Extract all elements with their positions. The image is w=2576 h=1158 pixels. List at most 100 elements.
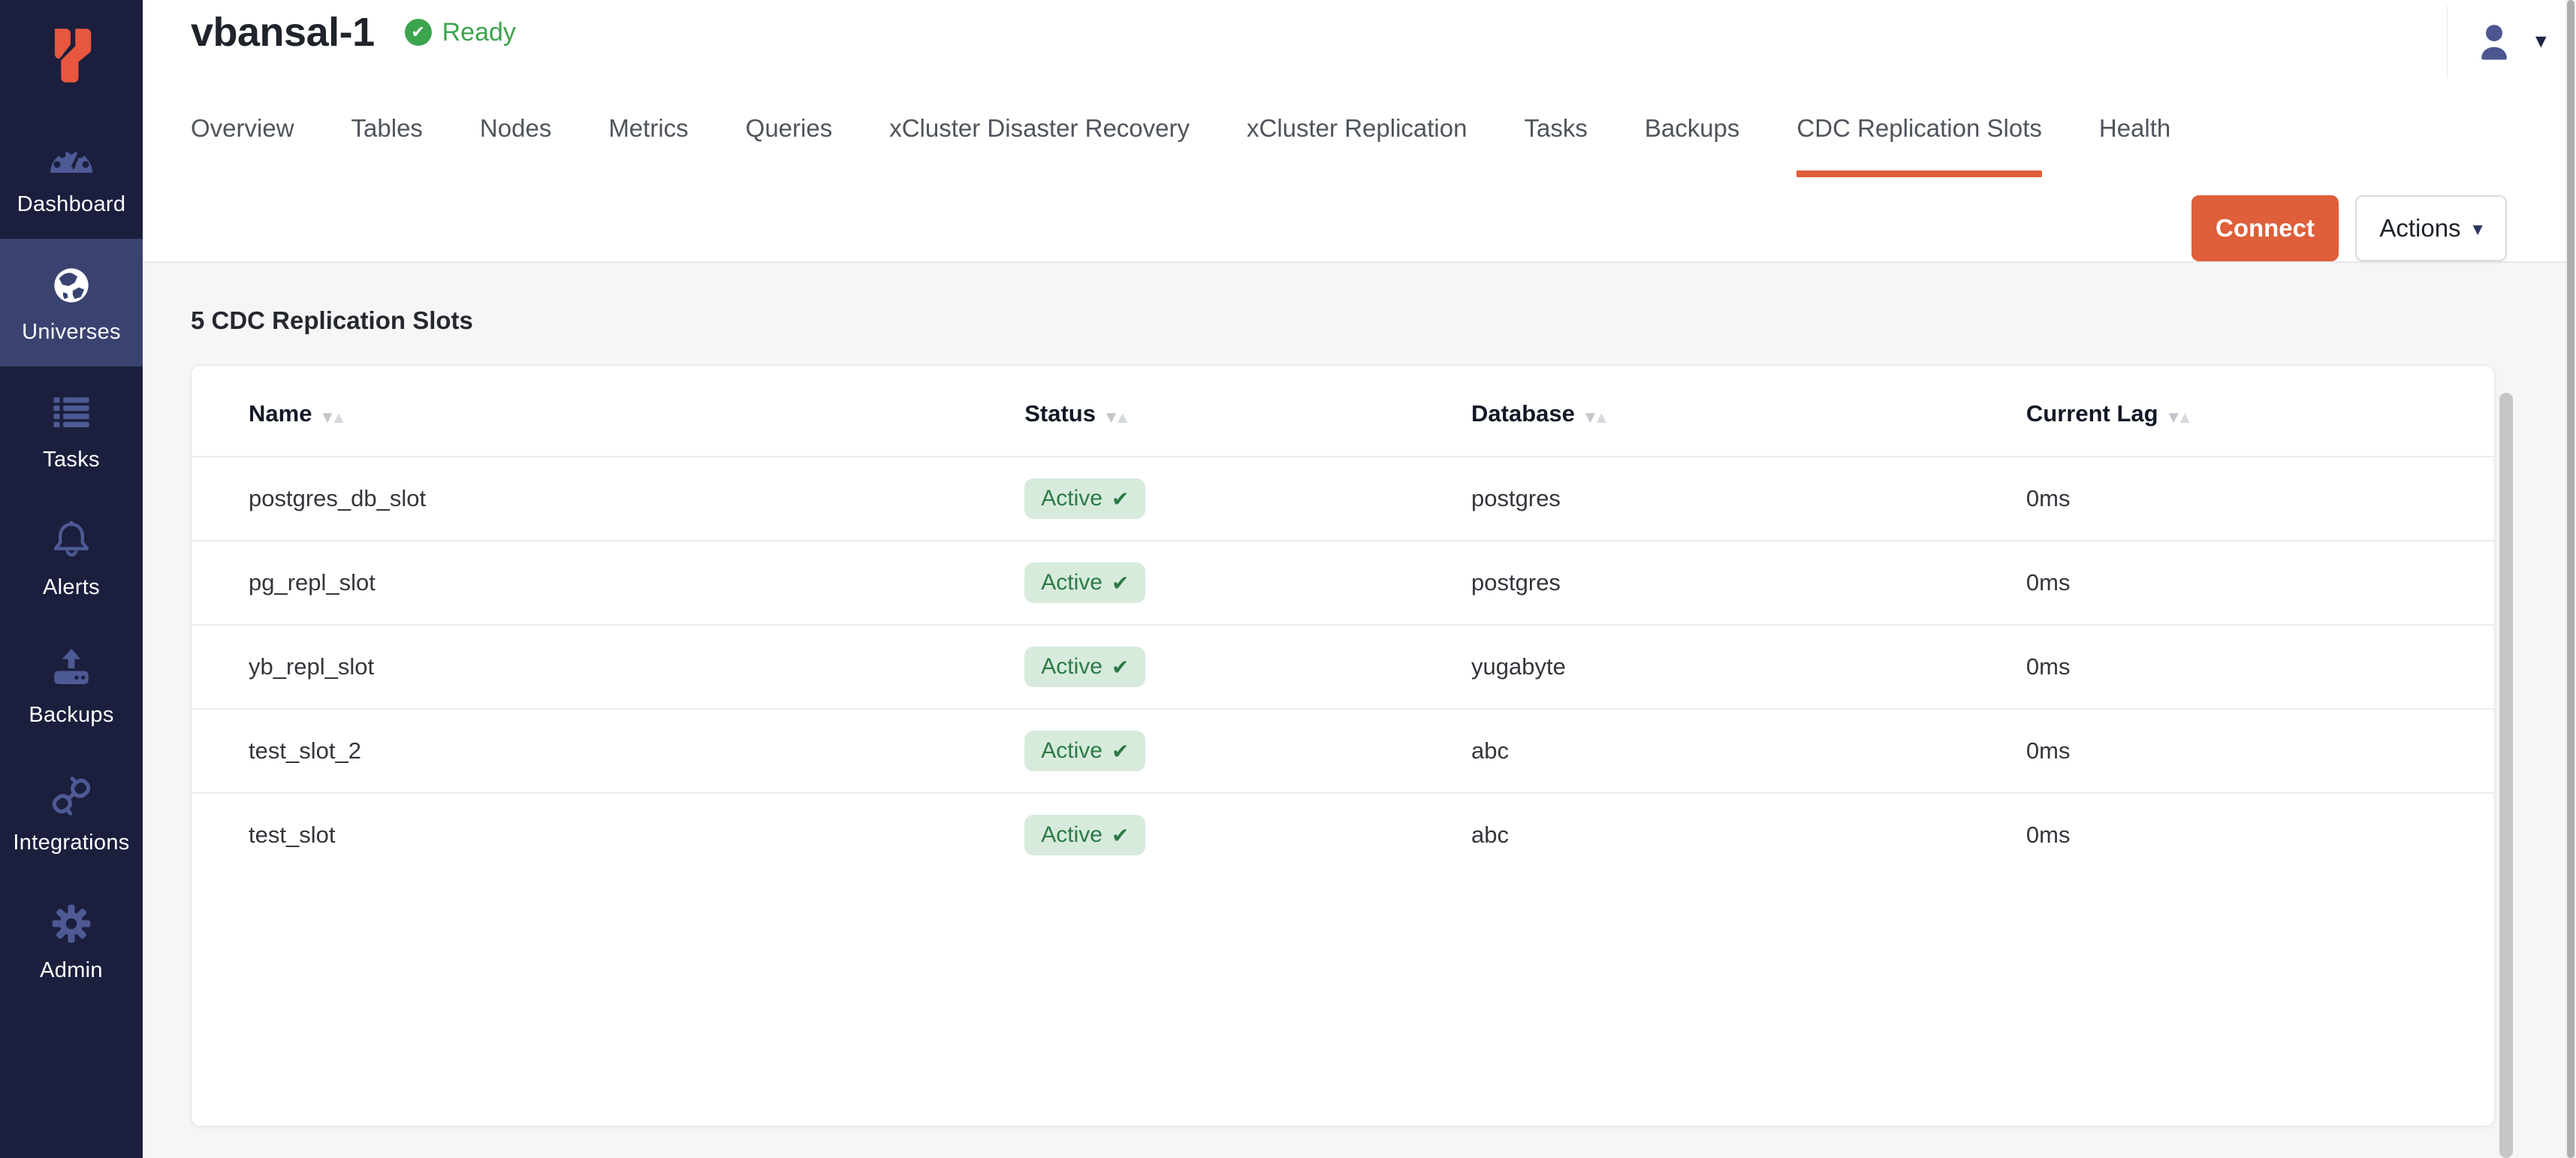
table-row[interactable]: postgres_db_slot Active ✔ postgres0ms <box>192 457 2494 541</box>
title-row: vbansal-1 ✔ Ready <box>191 9 516 56</box>
tab-tables[interactable]: Tables <box>351 114 423 177</box>
cell-status: Active ✔ <box>967 793 1414 876</box>
sort-icons[interactable]: ▼▲ <box>1106 410 1129 425</box>
sidebar-nav: Dashboard Universes Tasks Alerts Backups Inte… <box>0 111 143 1005</box>
header-divider <box>2447 6 2448 78</box>
column-header-name[interactable]: Name ▼▲ <box>192 366 967 457</box>
check-icon: ✔ <box>1112 823 1129 848</box>
tab-overview[interactable]: Overview <box>191 114 294 177</box>
list-icon <box>47 389 95 437</box>
cell-slot-name: test_slot <box>192 793 967 876</box>
check-icon: ✔ <box>1112 571 1129 596</box>
sort-desc-icon: ▼ <box>322 410 333 425</box>
cell-database: abc <box>1414 793 1969 876</box>
status-badge-label: Active <box>1041 822 1102 848</box>
status-badge: Active ✔ <box>1024 478 1145 519</box>
sidebar-item-integrations[interactable]: Integrations <box>0 749 143 877</box>
status-badge-label: Active <box>1041 486 1102 511</box>
user-avatar-icon <box>2474 21 2514 62</box>
page-scrollbar[interactable] <box>2565 0 2576 1158</box>
status-badge-label: Active <box>1041 654 1102 680</box>
replication-slots-card: Name▼▲Status▼▲Database▼▲Current Lag▼▲ po… <box>191 365 2495 1126</box>
yugabyte-y-icon <box>46 24 97 87</box>
actions-button-label: Actions <box>2379 214 2460 243</box>
sidebar-item-label: Alerts <box>43 575 100 600</box>
check-circle-icon: ✔ <box>405 19 432 46</box>
chevron-down-icon: ▼ <box>2535 33 2547 50</box>
sidebar-item-label: Admin <box>40 958 103 983</box>
cell-current-lag: 0ms <box>1969 625 2494 709</box>
sidebar-item-alerts[interactable]: Alerts <box>0 494 143 622</box>
cell-database: postgres <box>1414 457 1969 541</box>
actions-button[interactable]: Actions ▼ <box>2355 195 2507 261</box>
sidebar-item-universes[interactable]: Universes <box>0 239 143 366</box>
column-header-label: Current Lag <box>2026 400 2158 427</box>
cell-status: Active ✔ <box>967 625 1414 709</box>
universe-status-badge: ✔ Ready <box>405 18 516 47</box>
sort-desc-icon: ▼ <box>1585 410 1597 425</box>
globe-icon <box>47 261 95 309</box>
sort-desc-icon: ▼ <box>1106 410 1118 425</box>
tab-health[interactable]: Health <box>2099 114 2170 177</box>
tab-xcluster-disaster-recovery[interactable]: xCluster Disaster Recovery <box>889 114 1190 177</box>
cell-status: Active✔ <box>967 541 1414 625</box>
sort-asc-icon: ▲ <box>1597 410 1608 425</box>
connect-button[interactable]: Connect <box>2191 195 2339 261</box>
status-badge: Active ✔ <box>1024 731 1145 771</box>
tab-cdc-replication-slots[interactable]: CDC Replication Slots <box>1796 114 2041 177</box>
column-header-label: Name <box>249 400 312 427</box>
sidebar-item-dashboard[interactable]: Dashboard <box>0 111 143 239</box>
table-row[interactable]: test_slot_2Active✔abc0ms <box>192 709 2494 793</box>
column-header-current-lag[interactable]: Current Lag ▼▲ <box>1969 366 2494 457</box>
content-area: 5 CDC Replication Slots Name▼▲Status▼▲Da… <box>143 264 2565 1158</box>
universe-header: vbansal-1 ✔ Ready Overview Tables Nodes Met… <box>143 0 2565 263</box>
sort-asc-icon: ▲ <box>1118 410 1129 425</box>
tab-bar: Overview Tables Nodes Metrics Queries xCluste… <box>191 114 2170 177</box>
tab-tasks[interactable]: Tasks <box>1524 114 1587 177</box>
sidebar-item-backups[interactable]: Backups <box>0 622 143 749</box>
sidebar-item-label: Universes <box>22 320 121 345</box>
cell-slot-name: postgres_db_slot <box>192 457 967 541</box>
sort-icons[interactable]: ▼▲ <box>1585 410 1608 425</box>
sort-icons[interactable]: ▼▲ <box>322 410 345 425</box>
yugabyte-logo[interactable] <box>0 0 143 111</box>
table-row[interactable]: pg_repl_slotActive✔postgres0ms <box>192 541 2494 625</box>
column-header-status[interactable]: Status▼▲ <box>967 366 1414 457</box>
tab-backups[interactable]: Backups <box>1645 114 1740 177</box>
table-row[interactable]: test_slotActive✔abc0ms <box>192 793 2494 876</box>
check-icon: ✔ <box>1112 655 1129 680</box>
chevron-down-icon: ▼ <box>2473 222 2483 237</box>
gear-icon <box>47 900 95 948</box>
user-menu[interactable]: ▼ <box>2474 21 2547 62</box>
tab-xcluster-replication[interactable]: xCluster Replication <box>1247 114 1467 177</box>
sidebar-item-tasks[interactable]: Tasks <box>0 366 143 494</box>
cell-slot-name: yb_repl_slot <box>192 625 967 709</box>
panel-scrollbar-thumb[interactable] <box>2499 393 2513 1158</box>
status-badge: Active✔ <box>1024 562 1145 603</box>
tab-metrics[interactable]: Metrics <box>608 114 688 177</box>
status-badge: Active ✔ <box>1024 647 1145 687</box>
sidebar-item-label: Backups <box>29 703 113 728</box>
cell-slot-name: pg_repl_slot <box>192 541 967 625</box>
page-scrollbar-thumb[interactable] <box>2567 0 2574 1158</box>
tab-nodes[interactable]: Nodes <box>480 114 551 177</box>
toolbar: Connect Actions ▼ <box>2191 195 2507 261</box>
table-row[interactable]: yb_repl_slotActive✔yugabyte0ms <box>192 625 2494 709</box>
cell-database: abc <box>1414 709 1969 793</box>
plug-icon <box>47 772 95 820</box>
section-heading: 5 CDC Replication Slots <box>191 306 2565 335</box>
upload-icon <box>47 644 95 692</box>
sidebar-item-label: Dashboard <box>17 192 126 217</box>
cell-current-lag: 0ms <box>1969 541 2494 625</box>
table-header-row: Name▼▲Status▼▲Database▼▲Current Lag▼▲ <box>192 366 2494 457</box>
tab-queries[interactable]: Queries <box>746 114 833 177</box>
column-header-database[interactable]: Database▼▲ <box>1414 366 1969 457</box>
sidebar-item-admin[interactable]: Admin <box>0 877 143 1005</box>
sort-icons[interactable]: ▼▲ <box>2169 410 2191 425</box>
sort-asc-icon: ▲ <box>334 410 345 425</box>
check-icon: ✔ <box>1112 487 1129 511</box>
cell-current-lag: 0ms <box>1969 457 2494 541</box>
status-badge-label: Active <box>1041 738 1102 764</box>
bell-icon <box>47 517 95 565</box>
check-icon: ✔ <box>1112 739 1129 764</box>
